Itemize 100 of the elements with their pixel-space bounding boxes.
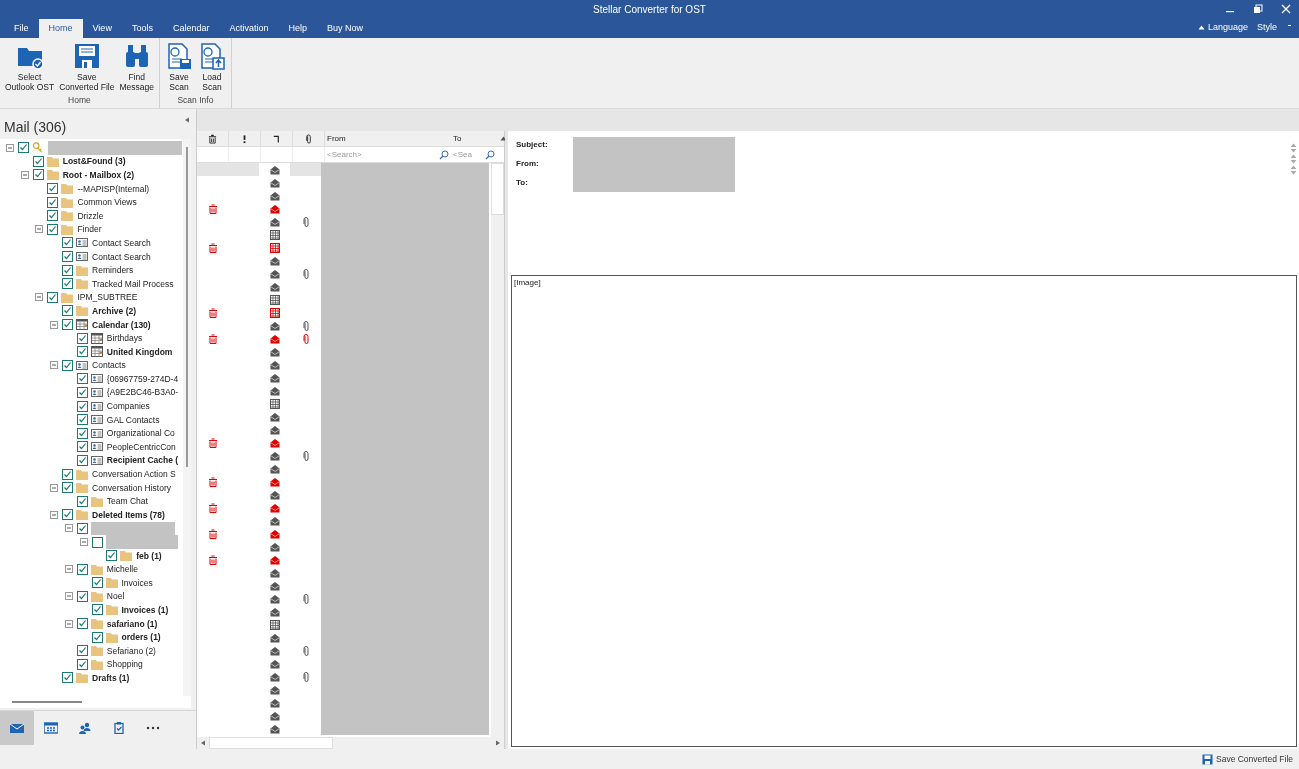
- checkbox[interactable]: [76, 387, 88, 398]
- checkbox[interactable]: [76, 441, 88, 453]
- checkbox[interactable]: [76, 658, 88, 670]
- trash-icon[interactable]: [208, 133, 217, 144]
- checkbox[interactable]: [62, 305, 74, 317]
- tree-item[interactable]: Archive (2): [92, 305, 137, 316]
- collapse-toggle-icon[interactable]: [64, 619, 73, 628]
- ribbon-button[interactable]: Load Scan: [195, 40, 228, 95]
- collapse-toggle-icon[interactable]: [20, 171, 29, 179]
- checkbox[interactable]: [76, 414, 88, 426]
- tree-item[interactable]: Lost&Found (3): [62, 156, 126, 167]
- scroll-up-icon[interactable]: [500, 136, 507, 141]
- checkbox[interactable]: [76, 346, 88, 358]
- checkbox[interactable]: [76, 590, 88, 602]
- collapse-toggle-icon[interactable]: [35, 293, 44, 302]
- collapse-toggle-icon[interactable]: [6, 143, 14, 152]
- tree-item[interactable]: Noel: [106, 591, 125, 602]
- scrollbar[interactable]: [183, 139, 191, 696]
- flag-icon[interactable]: [272, 133, 281, 144]
- checkbox[interactable]: [62, 468, 74, 480]
- collapse-toggle-icon[interactable]: [50, 483, 59, 492]
- tree-item[interactable]: Contact Search: [92, 237, 151, 248]
- menu-tab[interactable]: Activation: [219, 19, 279, 38]
- ribbon-button[interactable]: Save Scan: [162, 40, 195, 95]
- checkbox[interactable]: [32, 155, 44, 167]
- tree-item[interactable]: Drafts (1): [92, 672, 130, 683]
- menu-link[interactable]: Language: [1207, 22, 1248, 32]
- checkbox[interactable]: [76, 427, 88, 439]
- tree-item[interactable]: feb (1): [136, 550, 162, 561]
- ribbon-button[interactable]: Find Message: [117, 40, 156, 95]
- save-button[interactable]: Save Converted File: [1202, 753, 1293, 765]
- scrollbar[interactable]: [0, 696, 191, 708]
- collapse-toggle-icon[interactable]: [50, 361, 59, 370]
- checkbox[interactable]: [76, 373, 88, 385]
- tree-item[interactable]: Root - Mailbox (2): [62, 170, 134, 180]
- menu-tab[interactable]: Home: [38, 19, 83, 38]
- checkbox[interactable]: [106, 550, 118, 562]
- tree-item[interactable]: Contact Search: [92, 251, 151, 262]
- tree-item[interactable]: Team Chat: [106, 496, 148, 507]
- checkbox[interactable]: [18, 142, 29, 154]
- tree-item[interactable]: Organizational Co: [106, 428, 175, 439]
- ribbon-button[interactable]: Save Converted File: [57, 40, 117, 95]
- checkbox[interactable]: [47, 223, 59, 235]
- tree-item[interactable]: Sefariano (2): [106, 645, 156, 656]
- checkbox[interactable]: [47, 291, 59, 303]
- paperclip-icon[interactable]: [304, 133, 313, 144]
- menu-tab[interactable]: Calendar: [162, 19, 220, 38]
- menu-link[interactable]: Style: [1257, 22, 1277, 32]
- checkbox[interactable]: [47, 210, 59, 222]
- tree-item[interactable]: {A9E2BC46-B3A0-: [106, 387, 179, 398]
- tree-item[interactable]: Conversation Action S: [92, 469, 176, 480]
- checkbox[interactable]: [91, 536, 103, 548]
- tree-item[interactable]: IPM_SUBTREE: [77, 292, 138, 303]
- nav-button[interactable]: [0, 711, 34, 745]
- tree-item[interactable]: PeopleCentricCon: [106, 441, 176, 452]
- tree-item[interactable]: Contacts: [92, 360, 126, 371]
- scroll-left-icon[interactable]: [200, 740, 206, 746]
- checkbox[interactable]: [47, 196, 59, 208]
- checkbox[interactable]: [76, 332, 88, 344]
- tree-item[interactable]: United Kingdom: [106, 346, 173, 357]
- tree-item[interactable]: Finder: [77, 224, 102, 235]
- collapse-toggle-icon[interactable]: [64, 592, 73, 601]
- tree-item[interactable]: Common Views: [77, 197, 137, 208]
- checkbox[interactable]: [76, 454, 88, 466]
- close-icon[interactable]: [1279, 2, 1293, 16]
- tree-item[interactable]: orders (1): [121, 632, 161, 643]
- scrollbar[interactable]: [491, 163, 504, 737]
- menu-tab[interactable]: File: [4, 19, 39, 38]
- checkbox[interactable]: [32, 169, 44, 181]
- menu-tab[interactable]: Help: [278, 19, 317, 38]
- tree-item[interactable]: Conversation History: [92, 482, 171, 493]
- collapse-pane-icon[interactable]: [184, 117, 190, 123]
- checkbox[interactable]: [76, 645, 88, 657]
- scroll-right-icon[interactable]: [495, 740, 501, 746]
- collapse-toggle-icon[interactable]: [64, 524, 73, 533]
- search-icon[interactable]: [485, 149, 495, 160]
- menu-tab[interactable]: Buy Now: [317, 19, 373, 38]
- column-header[interactable]: To: [451, 131, 497, 146]
- checkbox[interactable]: [62, 482, 74, 494]
- message-row[interactable]: [197, 163, 321, 176]
- collapse-toggle-icon[interactable]: [50, 320, 59, 329]
- column-header[interactable]: From: [325, 131, 451, 146]
- tree-item[interactable]: Companies: [106, 401, 150, 412]
- tree-item[interactable]: Birthdays: [106, 333, 143, 344]
- tree-item[interactable]: Calendar (130): [92, 319, 151, 330]
- tree-item[interactable]: GAL Contacts: [106, 414, 160, 425]
- checkbox[interactable]: [62, 672, 74, 684]
- restore-icon[interactable]: [1251, 2, 1265, 16]
- tree-item[interactable]: Michelle: [106, 564, 138, 575]
- checkbox[interactable]: [62, 251, 74, 263]
- tree-item[interactable]: {06967759-274D-4: [106, 373, 179, 384]
- search-icon[interactable]: [439, 149, 449, 160]
- checkbox[interactable]: [76, 495, 88, 507]
- menu-tab[interactable]: Tools: [121, 19, 163, 38]
- checkbox[interactable]: [62, 509, 74, 521]
- collapse-toggle-icon[interactable]: [64, 565, 73, 574]
- checkbox[interactable]: [62, 237, 74, 249]
- tree-item[interactable]: Tracked Mail Process: [92, 278, 174, 289]
- tree-item[interactable]: Reminders: [92, 265, 134, 276]
- checkbox[interactable]: [62, 264, 74, 276]
